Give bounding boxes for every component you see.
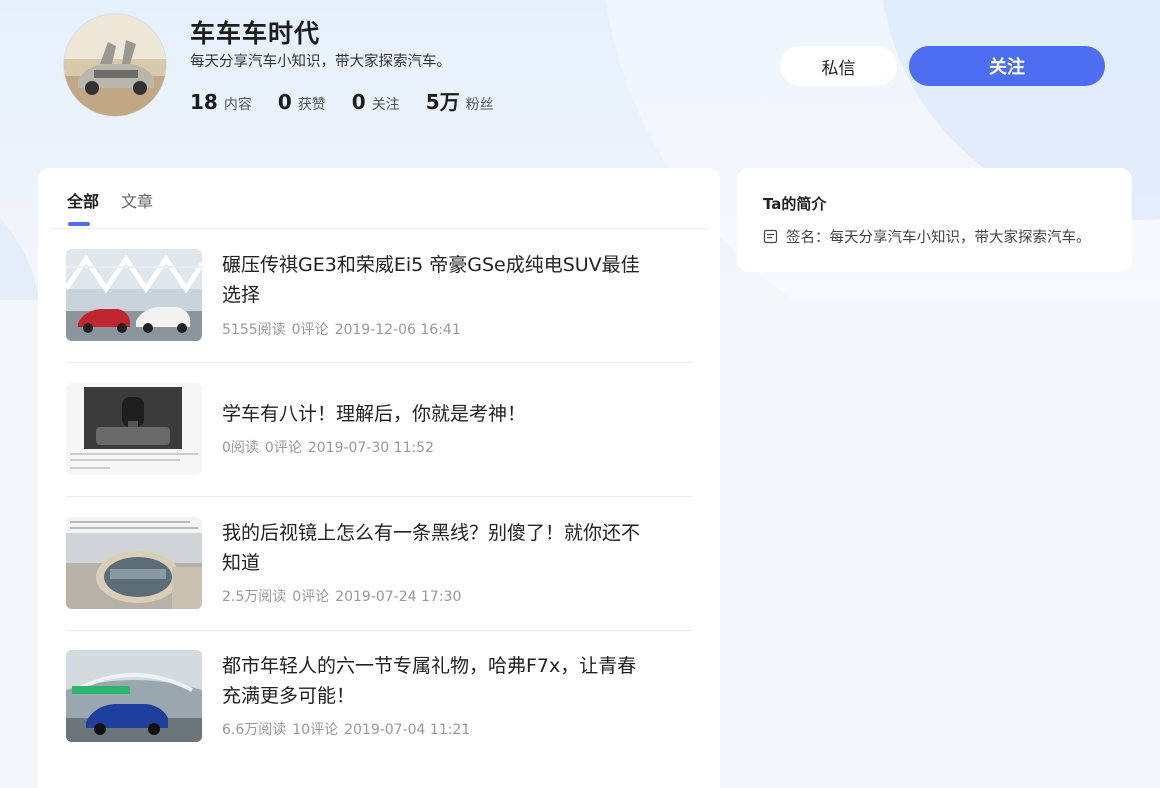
article-item[interactable]: 我的后视镜上怎么有一条黑线？别傻了！就你还不知道 2.5万阅读 0评论 2019-0…	[66, 497, 692, 631]
article-item[interactable]: 学车有八计！理解后，你就是考神！ 0阅读 0评论 2019-07-30 11:52	[66, 363, 692, 497]
follow-button[interactable]: 关注	[909, 46, 1105, 86]
stat-following[interactable]: 0 关注	[352, 90, 400, 114]
profile-name: 车车车时代	[190, 19, 321, 48]
stat-content[interactable]: 18 内容	[190, 90, 252, 114]
article-reads: 2.5万阅读	[222, 589, 287, 605]
car-photo-icon	[64, 14, 166, 116]
stat-label: 关注	[371, 97, 400, 113]
article-reads: 5155阅读	[222, 322, 286, 338]
profile-stats: 18 内容 0 获赞 0 关注 5万 粉丝	[190, 86, 520, 115]
stat-number: 0	[351, 90, 366, 114]
tab-all[interactable]: 全部	[67, 188, 99, 212]
profile-signature: 每天分享汽车小知识，带大家探索汽车。	[190, 54, 451, 70]
suv-photo-icon	[66, 650, 202, 742]
article-time: 2019-12-06 16:41	[334, 322, 461, 338]
article-time: 2019-07-04 11:21	[344, 722, 471, 738]
article-time: 2019-07-24 17:30	[335, 589, 462, 605]
stat-followers[interactable]: 5万 粉丝	[426, 86, 494, 115]
stat-number: 18	[190, 90, 218, 114]
article-comments: 10评论	[292, 722, 339, 738]
article-meta: 6.6万阅读 10评论 2019-07-04 11:21	[222, 719, 476, 739]
intro-signature: 签名：每天分享汽车小知识，带大家探索汽车。	[763, 226, 1108, 247]
intro-signature-text: 签名：每天分享汽车小知识，带大家探索汽车。	[786, 230, 1091, 246]
article-meta: 2.5万阅读 0评论 2019-07-24 17:30	[222, 586, 467, 606]
article-thumbnail[interactable]	[66, 517, 202, 609]
message-button[interactable]: 私信	[780, 46, 897, 86]
stat-number: 0	[277, 90, 292, 114]
article-meta: 0阅读 0评论 2019-07-30 11:52	[222, 437, 440, 457]
article-meta: 5155阅读 0评论 2019-12-06 16:41	[222, 319, 467, 339]
stat-label: 粉丝	[465, 97, 494, 113]
gear-shifter-photo-icon	[66, 383, 202, 475]
article-reads: 0阅读	[222, 440, 259, 456]
side-mirror-photo-icon	[66, 517, 202, 609]
stat-label: 内容	[223, 97, 252, 113]
document-icon	[763, 229, 778, 244]
article-item[interactable]: 都市年轻人的六一节专属礼物，哈弗F7x，让青春充满更多可能！ 6.6万阅读 10评…	[66, 630, 692, 764]
article-title[interactable]: 碾压传祺GE3和荣威Ei5 帝豪GSe成纯电SUV最佳选择	[222, 250, 652, 310]
article-thumbnail[interactable]	[66, 650, 202, 742]
car-photo-icon	[66, 249, 202, 341]
article-comments: 0评论	[291, 322, 329, 338]
article-thumbnail[interactable]	[66, 383, 202, 475]
article-time: 2019-07-30 11:52	[307, 440, 435, 456]
article-comments: 0评论	[292, 589, 330, 605]
stat-number: 5万	[425, 90, 460, 114]
article-reads: 6.6万阅读	[222, 722, 287, 738]
intro-card: Ta的简介 签名：每天分享汽车小知识，带大家探索汽车。	[737, 168, 1132, 272]
stat-label: 获赞	[297, 97, 326, 113]
article-item[interactable]: 碾压传祺GE3和荣威Ei5 帝豪GSe成纯电SUV最佳选择 5155阅读 0评论 2…	[66, 229, 692, 363]
intro-title: Ta的简介	[763, 195, 827, 213]
article-title[interactable]: 学车有八计！理解后，你就是考神！	[222, 399, 652, 429]
article-title[interactable]: 我的后视镜上怎么有一条黑线？别傻了！就你还不知道	[222, 518, 652, 578]
article-thumbnail[interactable]	[66, 249, 202, 341]
background-arc	[0, 170, 40, 300]
content-card: 全部 文章 碾压传祺GE3和荣威Ei5 帝豪GSe成纯电SUV最佳选择 5155…	[38, 168, 720, 788]
tab-articles[interactable]: 文章	[121, 188, 153, 212]
content-tabs: 全部 文章	[67, 188, 175, 212]
active-tab-indicator	[68, 222, 90, 226]
avatar[interactable]	[64, 14, 166, 116]
stat-likes: 0 获赞	[278, 90, 326, 114]
article-title[interactable]: 都市年轻人的六一节专属礼物，哈弗F7x，让青春充满更多可能！	[222, 651, 652, 711]
article-comments: 0评论	[264, 440, 302, 456]
